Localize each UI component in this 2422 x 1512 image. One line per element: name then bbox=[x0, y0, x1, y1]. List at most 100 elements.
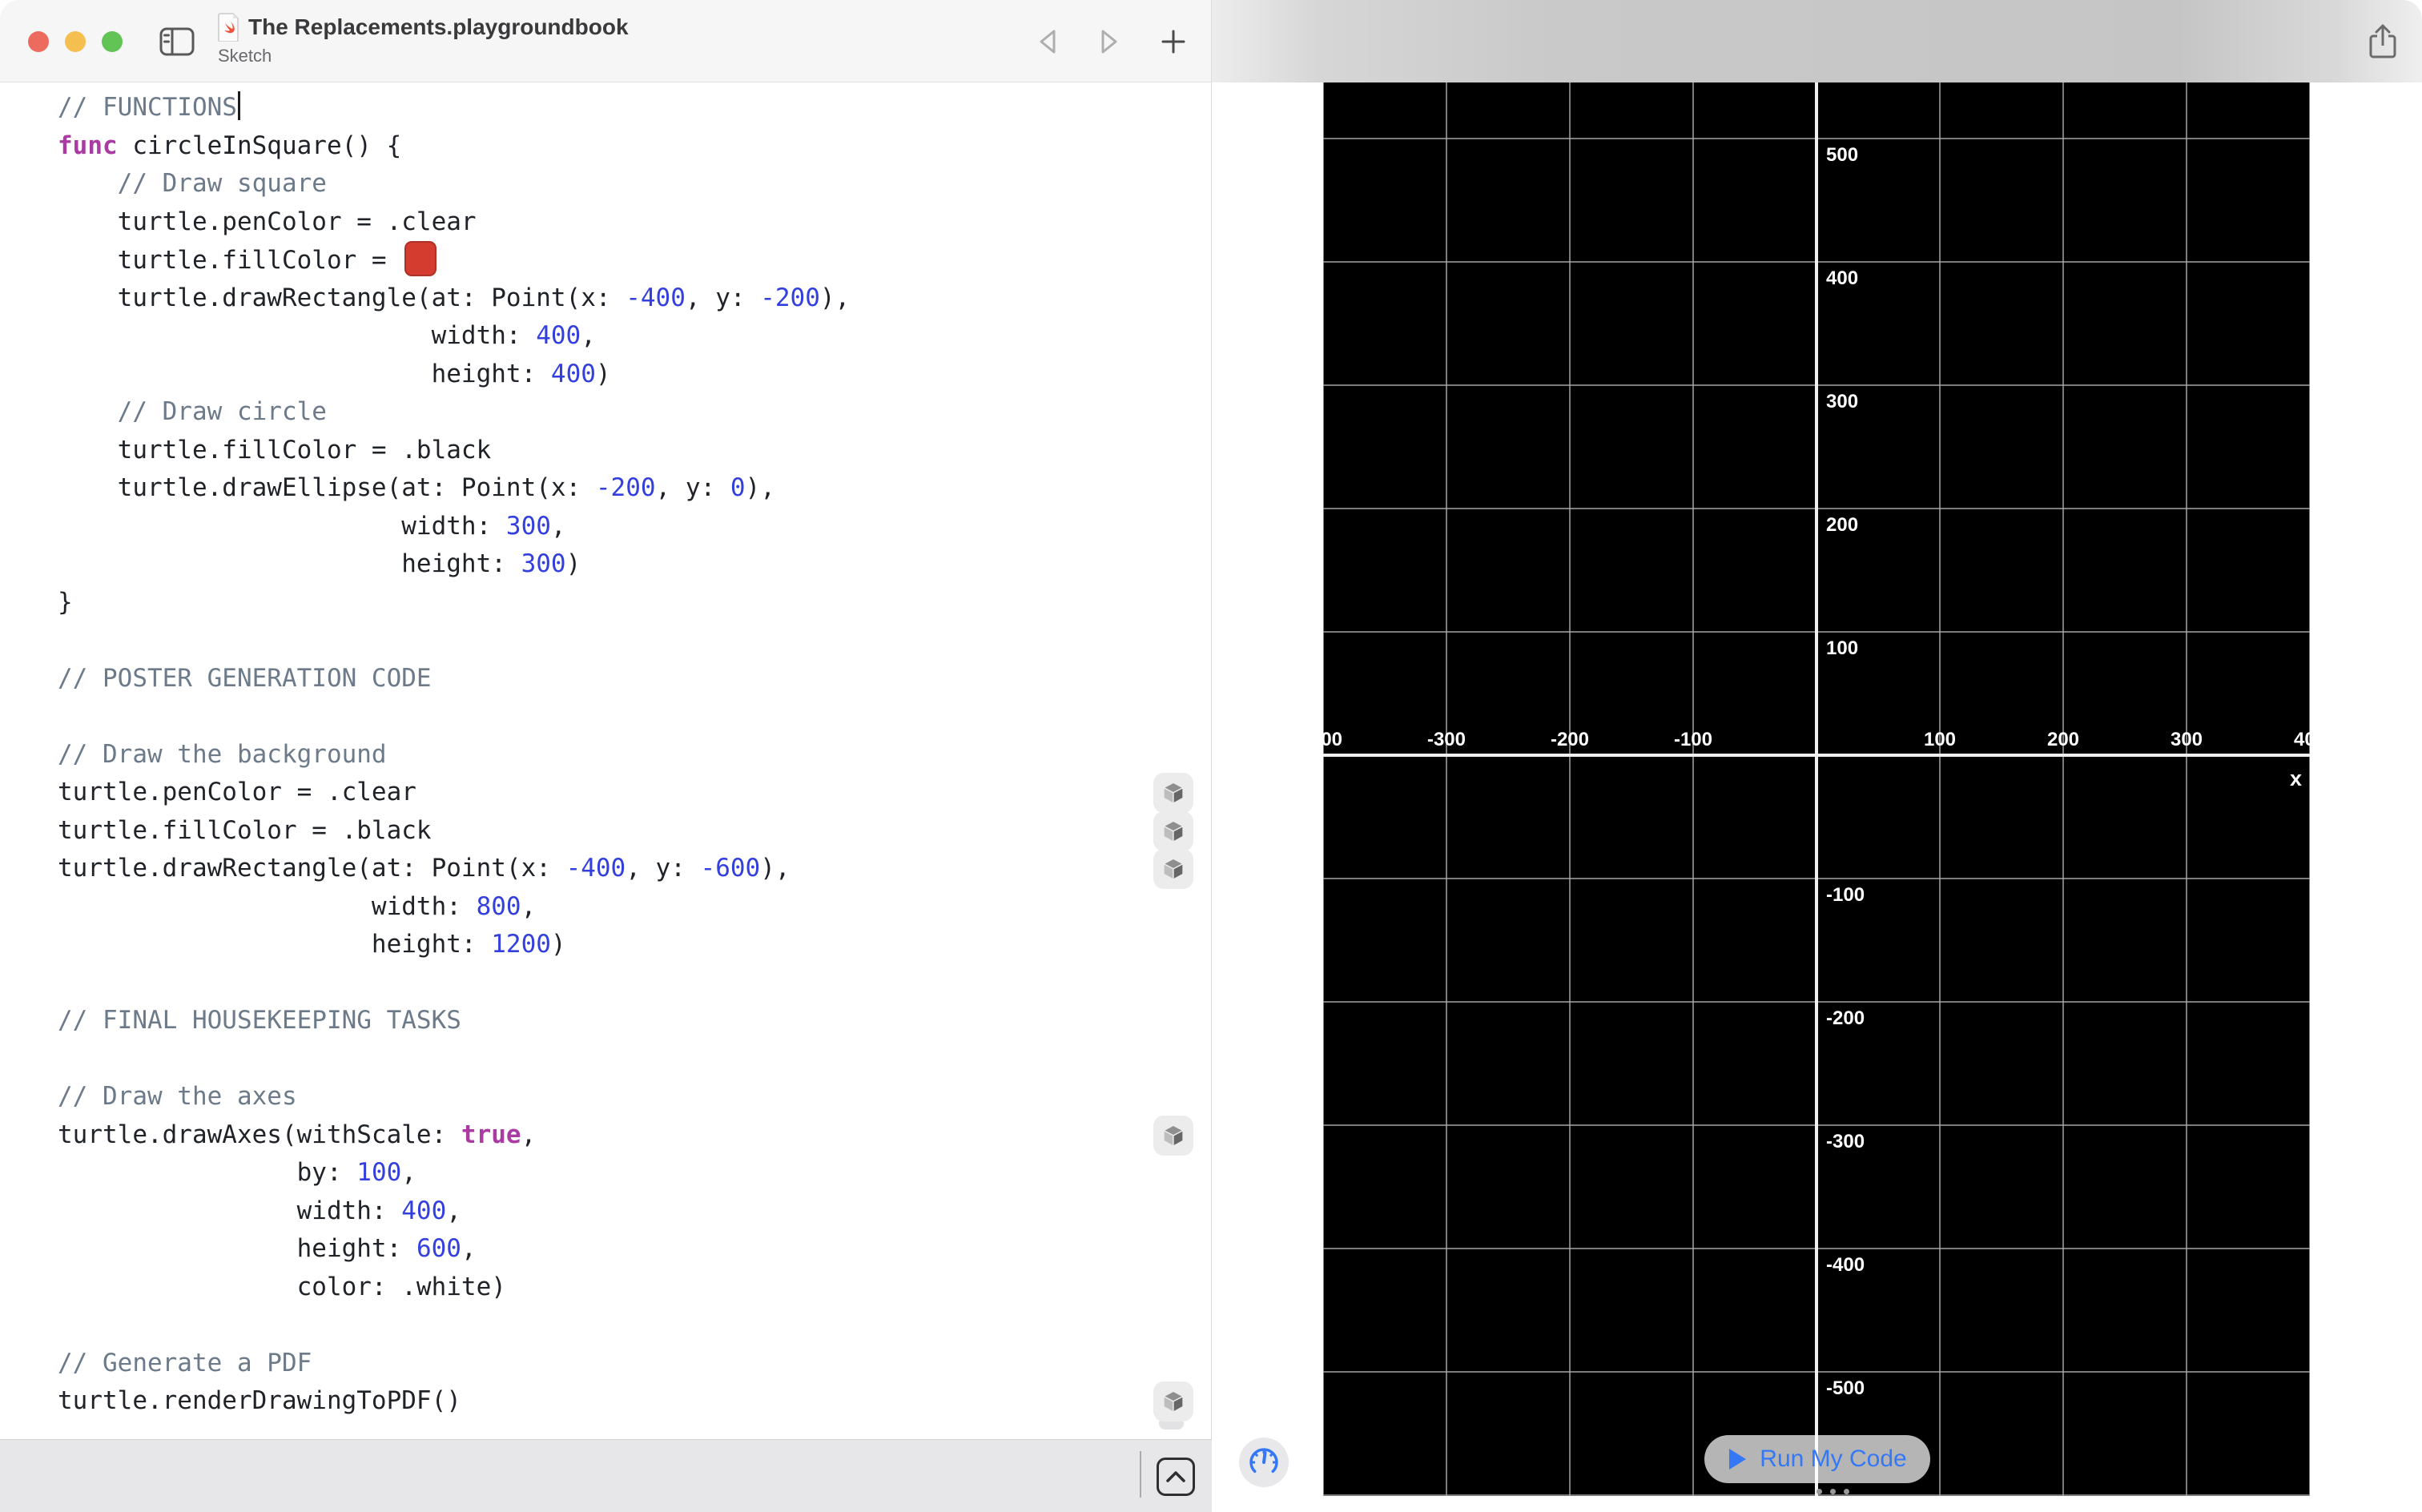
code-line[interactable]: // Draw circle bbox=[58, 393, 1124, 432]
chevron-up-icon bbox=[1165, 1470, 1186, 1484]
code-line[interactable]: func circleInSquare() { bbox=[58, 127, 1124, 166]
svg-text:300: 300 bbox=[1826, 391, 1858, 412]
zoom-window-button[interactable] bbox=[102, 31, 123, 52]
toggle-sidebar-button[interactable] bbox=[159, 26, 195, 57]
navigate-back-button[interactable] bbox=[1029, 26, 1066, 57]
code-line[interactable]: // Draw the axes bbox=[58, 1078, 1124, 1116]
code-line[interactable]: } bbox=[58, 584, 1124, 622]
code-editor[interactable]: // FUNCTIONSfunc circleInSquare() { // D… bbox=[58, 89, 1124, 1421]
code-line[interactable] bbox=[58, 1040, 1124, 1079]
code-pane: // FUNCTIONSfunc circleInSquare() { // D… bbox=[0, 82, 1212, 1439]
pane-divider bbox=[1211, 82, 1212, 1439]
run-speed-button[interactable] bbox=[1239, 1438, 1289, 1487]
expand-panel-button[interactable] bbox=[1157, 1458, 1195, 1496]
playgrounds-window: The Replacements.playgroundbook Sketch bbox=[0, 0, 2422, 1512]
playgroundbook-file-icon bbox=[218, 13, 240, 42]
close-window-button[interactable] bbox=[28, 31, 49, 52]
color-literal-red[interactable] bbox=[404, 241, 437, 276]
svg-text:-400: -400 bbox=[1323, 729, 1342, 750]
inline-result-button[interactable] bbox=[1153, 1116, 1193, 1156]
code-line[interactable]: // Generate a PDF bbox=[58, 1345, 1124, 1383]
axes-grid: 500400300200100-100-200-300-400-500-400-… bbox=[1323, 82, 2310, 1496]
navigate-forward-button[interactable] bbox=[1091, 26, 1128, 57]
add-page-button[interactable] bbox=[1155, 26, 1192, 57]
cube-icon bbox=[1161, 1123, 1186, 1148]
code-line[interactable]: height: 600, bbox=[58, 1230, 1124, 1269]
code-line[interactable]: height: 400) bbox=[58, 356, 1124, 394]
inline-result-button[interactable] bbox=[1153, 773, 1193, 813]
code-line[interactable]: turtle.drawEllipse(at: Point(x: -200, y:… bbox=[58, 469, 1124, 508]
code-line[interactable]: width: 300, bbox=[58, 508, 1124, 546]
inline-result-button[interactable] bbox=[1153, 849, 1193, 889]
code-line[interactable]: turtle.penColor = .clear bbox=[58, 203, 1124, 242]
code-line[interactable]: // FUNCTIONS bbox=[58, 89, 1124, 127]
editor-bottom-bar bbox=[0, 1439, 1212, 1512]
share-button[interactable] bbox=[2364, 24, 2401, 59]
code-line[interactable]: height: 300) bbox=[58, 545, 1124, 584]
svg-text:-100: -100 bbox=[1674, 729, 1712, 750]
play-icon bbox=[1728, 1448, 1747, 1470]
code-line[interactable] bbox=[58, 964, 1124, 1003]
back-chevron-icon bbox=[1036, 29, 1059, 54]
cube-icon bbox=[1161, 856, 1186, 882]
svg-text:-300: -300 bbox=[1427, 729, 1466, 750]
code-line[interactable]: turtle.drawRectangle(at: Point(x: -400, … bbox=[58, 279, 1124, 318]
inline-result-button[interactable] bbox=[1153, 1381, 1193, 1422]
code-line[interactable]: turtle.fillColor = .black bbox=[58, 432, 1124, 470]
speedometer-icon bbox=[1248, 1446, 1280, 1478]
code-line[interactable]: by: 100, bbox=[58, 1154, 1124, 1192]
svg-text:100: 100 bbox=[1826, 637, 1858, 659]
cube-icon bbox=[1161, 818, 1186, 844]
code-line[interactable]: // POSTER GENERATION CODE bbox=[58, 660, 1124, 698]
title-bar-right bbox=[1212, 0, 2422, 82]
svg-text:-200: -200 bbox=[1826, 1007, 1865, 1029]
cube-icon bbox=[1161, 1389, 1186, 1414]
canvas-handle-dots[interactable] bbox=[1816, 1489, 1849, 1494]
run-my-code-button[interactable]: Run My Code bbox=[1704, 1435, 1930, 1483]
code-line[interactable]: turtle.drawRectangle(at: Point(x: -400, … bbox=[58, 850, 1124, 888]
svg-text:-200: -200 bbox=[1551, 729, 1589, 750]
code-line[interactable]: width: 400, bbox=[58, 1192, 1124, 1231]
svg-text:300: 300 bbox=[2171, 729, 2203, 750]
minimize-window-button[interactable] bbox=[65, 31, 86, 52]
live-view-canvas[interactable]: 500400300200100-100-200-300-400-500-400-… bbox=[1323, 82, 2310, 1496]
svg-text:400: 400 bbox=[1826, 267, 1858, 289]
code-line[interactable] bbox=[58, 698, 1124, 736]
code-line[interactable]: turtle.drawAxes(withScale: true, bbox=[58, 1116, 1124, 1155]
code-line[interactable]: turtle.fillColor = bbox=[58, 241, 1124, 279]
result-gutter bbox=[1153, 82, 1198, 1439]
plus-icon bbox=[1160, 28, 1187, 55]
title-bar: The Replacements.playgroundbook Sketch bbox=[0, 0, 2422, 82]
window-title-block: The Replacements.playgroundbook Sketch bbox=[218, 13, 629, 66]
share-icon bbox=[2368, 24, 2398, 59]
sidebar-icon bbox=[159, 27, 195, 56]
svg-text:-100: -100 bbox=[1826, 884, 1865, 906]
code-line[interactable]: // Draw the background bbox=[58, 736, 1124, 774]
code-line[interactable]: turtle.penColor = .clear bbox=[58, 774, 1124, 812]
code-line[interactable]: turtle.renderDrawingToPDF() bbox=[58, 1382, 1124, 1421]
window-subtitle: Sketch bbox=[218, 46, 629, 66]
svg-text:100: 100 bbox=[1924, 729, 1956, 750]
svg-text:-500: -500 bbox=[1826, 1377, 1865, 1399]
code-line[interactable]: height: 1200) bbox=[58, 926, 1124, 964]
svg-text:-300: -300 bbox=[1826, 1131, 1865, 1152]
code-line[interactable]: // Draw square bbox=[58, 165, 1124, 203]
code-line[interactable]: width: 400, bbox=[58, 317, 1124, 356]
forward-chevron-icon bbox=[1098, 29, 1120, 54]
svg-text:200: 200 bbox=[1826, 514, 1858, 536]
cube-icon bbox=[1161, 780, 1186, 806]
code-line[interactable]: width: 800, bbox=[58, 888, 1124, 927]
code-line[interactable]: turtle.fillColor = .black bbox=[58, 812, 1124, 850]
svg-text:-400: -400 bbox=[1826, 1254, 1865, 1276]
code-line[interactable] bbox=[58, 621, 1124, 660]
code-line[interactable] bbox=[58, 1306, 1124, 1345]
text-cursor bbox=[238, 91, 240, 120]
bottom-bar-divider bbox=[1140, 1451, 1141, 1498]
code-line[interactable]: // FINAL HOUSEKEEPING TASKS bbox=[58, 1002, 1124, 1040]
inline-result-button[interactable] bbox=[1153, 811, 1193, 851]
code-line[interactable]: color: .white) bbox=[58, 1269, 1124, 1307]
window-title: The Replacements.playgroundbook bbox=[248, 14, 629, 40]
svg-text:x: x bbox=[2290, 766, 2302, 790]
svg-text:200: 200 bbox=[2047, 729, 2079, 750]
run-button-label: Run My Code bbox=[1760, 1446, 1906, 1473]
